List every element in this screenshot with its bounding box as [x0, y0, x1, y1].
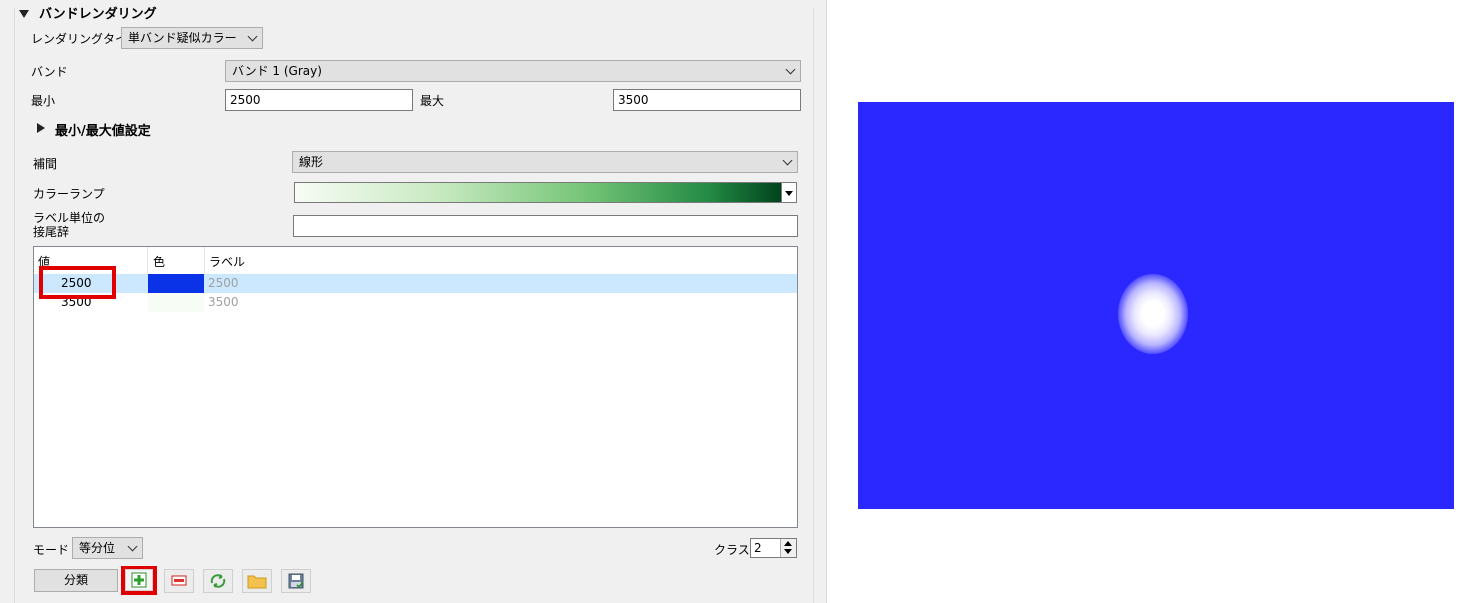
column-divider: [204, 247, 205, 273]
classify-button[interactable]: 分類: [34, 569, 118, 592]
folder-icon: [247, 575, 267, 589]
classes-label: クラス: [714, 543, 750, 557]
row-color-swatch[interactable]: [148, 274, 204, 293]
minmax-settings-header[interactable]: 最小/最大値設定: [55, 120, 151, 139]
header-color[interactable]: 色: [153, 253, 165, 270]
row-label[interactable]: 3500: [208, 295, 239, 309]
save-colormap-button[interactable]: [281, 569, 311, 593]
chevron-down-icon: [127, 541, 138, 552]
row-color-swatch[interactable]: [148, 293, 204, 312]
mode-value: 等分位: [79, 541, 116, 555]
max-input[interactable]: 3500: [613, 89, 801, 111]
classes-spinbox[interactable]: 2: [750, 538, 797, 558]
row-label[interactable]: 2500: [208, 276, 239, 290]
min-input[interactable]: 2500: [225, 89, 413, 111]
color-class-table[interactable]: 値 色 ラベル 2500 2500 3500 3500: [33, 246, 798, 528]
section-title[interactable]: バンドレンダリング: [39, 3, 157, 22]
render-type-select[interactable]: 単バンド疑似カラー: [121, 27, 263, 49]
mode-label: モード: [33, 543, 70, 557]
min-label: 最小: [31, 94, 56, 108]
color-ramp-preview[interactable]: [294, 182, 782, 203]
band-label: バンド: [31, 65, 68, 79]
remove-icon: [171, 575, 187, 586]
collapse-arrow-icon[interactable]: [19, 10, 29, 18]
reverse-colors-button[interactable]: [203, 569, 233, 593]
remove-class-button[interactable]: [164, 569, 194, 593]
spin-up-icon[interactable]: [784, 541, 792, 546]
column-divider: [147, 247, 148, 273]
add-icon: [131, 572, 147, 588]
band-value: バンド 1 (Gray): [232, 64, 322, 78]
chevron-down-icon: [785, 64, 796, 75]
label-suffix-label-line1: ラベル単位の: [33, 211, 106, 225]
chevron-down-icon: [247, 31, 258, 42]
max-label: 最大: [420, 94, 445, 108]
interpolation-value: 線形: [299, 155, 324, 169]
load-colormap-button[interactable]: [242, 569, 272, 593]
add-class-button[interactable]: [125, 569, 153, 591]
band-select[interactable]: バンド 1 (Gray): [225, 60, 801, 82]
label-suffix-label: ラベル単位の 接尾辞: [33, 211, 105, 239]
interpolation-label: 補間: [33, 157, 58, 171]
header-label[interactable]: ラベル: [209, 253, 245, 270]
label-suffix-label-line2: 接尾辞: [33, 225, 70, 239]
label-suffix-input[interactable]: [293, 215, 798, 237]
expand-arrow-icon[interactable]: [37, 123, 45, 133]
color-ramp-dropdown-button[interactable]: [781, 182, 797, 203]
band-rendering-panel: バンドレンダリング レンダリングタイプ 単バンド疑似カラー バンド バンド 1 …: [0, 0, 827, 603]
color-ramp-label: カラーランプ: [33, 187, 105, 201]
mode-select[interactable]: 等分位: [72, 537, 143, 559]
spin-arrows[interactable]: [780, 539, 796, 557]
classes-value: 2: [754, 541, 762, 555]
spin-down-icon[interactable]: [784, 549, 792, 554]
map-canvas[interactable]: [858, 102, 1454, 509]
interpolation-select[interactable]: 線形: [292, 151, 798, 173]
highlight-box: [39, 266, 116, 299]
reverse-icon: [210, 574, 226, 588]
raster-highlight-spot: [1118, 274, 1188, 354]
chevron-down-icon: [782, 155, 793, 166]
render-type-value: 単バンド疑似カラー: [128, 31, 237, 45]
save-icon: [288, 573, 304, 589]
